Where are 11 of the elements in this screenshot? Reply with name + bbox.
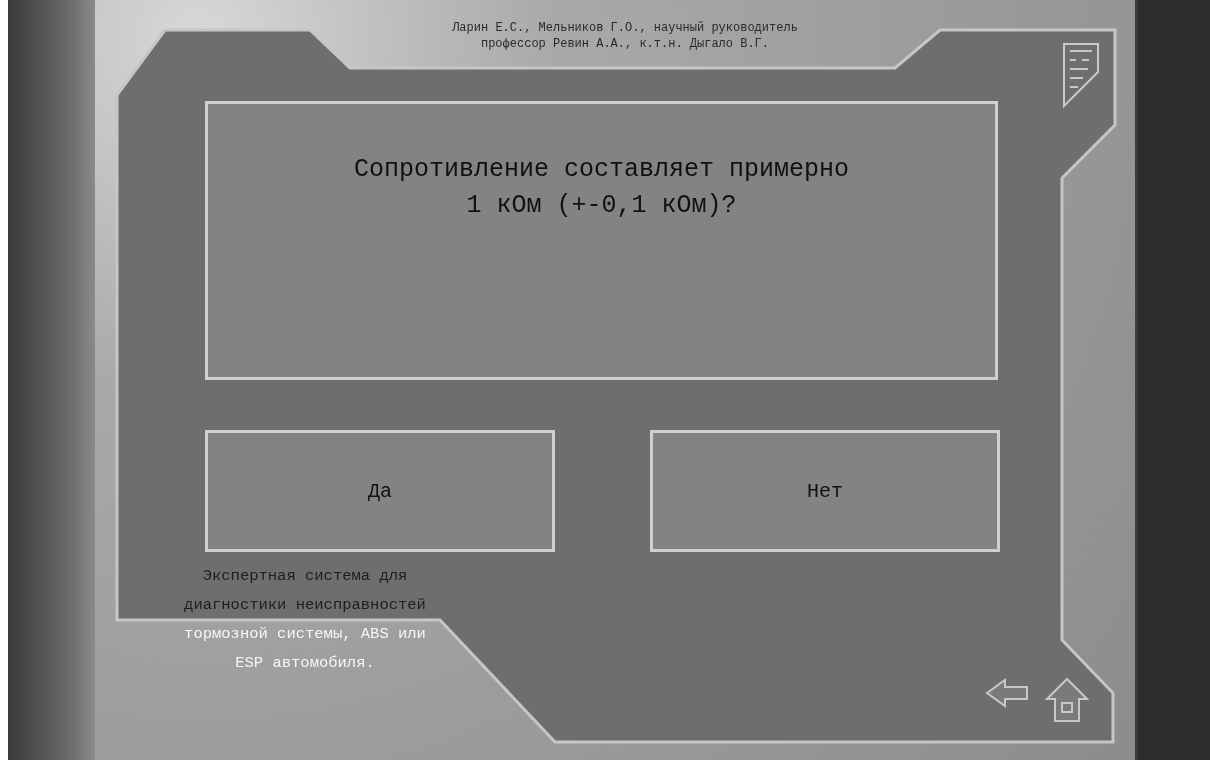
question-text: Сопротивление составляет примерно 1 кОм (+-0,1 кОм)? — [205, 101, 998, 380]
authors-text: Ларин Е.С., Мельников Г.О., научный руководитель профессор Ревин А.А., к.т.н. Дыгало В.Г. — [452, 20, 798, 52]
answer-button[interactable]: Да — [205, 430, 555, 552]
back-arrow-icon[interactable] — [985, 678, 1029, 708]
footer-text: ESP автомобиля. — [234, 653, 376, 674]
document-icon[interactable] — [1062, 42, 1100, 108]
answer-button[interactable]: Нет — [650, 430, 1000, 552]
footer-text: тормозной системы, ABS или — [183, 624, 427, 645]
home-icon[interactable] — [1045, 677, 1089, 723]
footer-text: Экспертная система для — [201, 566, 409, 587]
footer-text: диагностики неисправностей — [183, 595, 427, 616]
